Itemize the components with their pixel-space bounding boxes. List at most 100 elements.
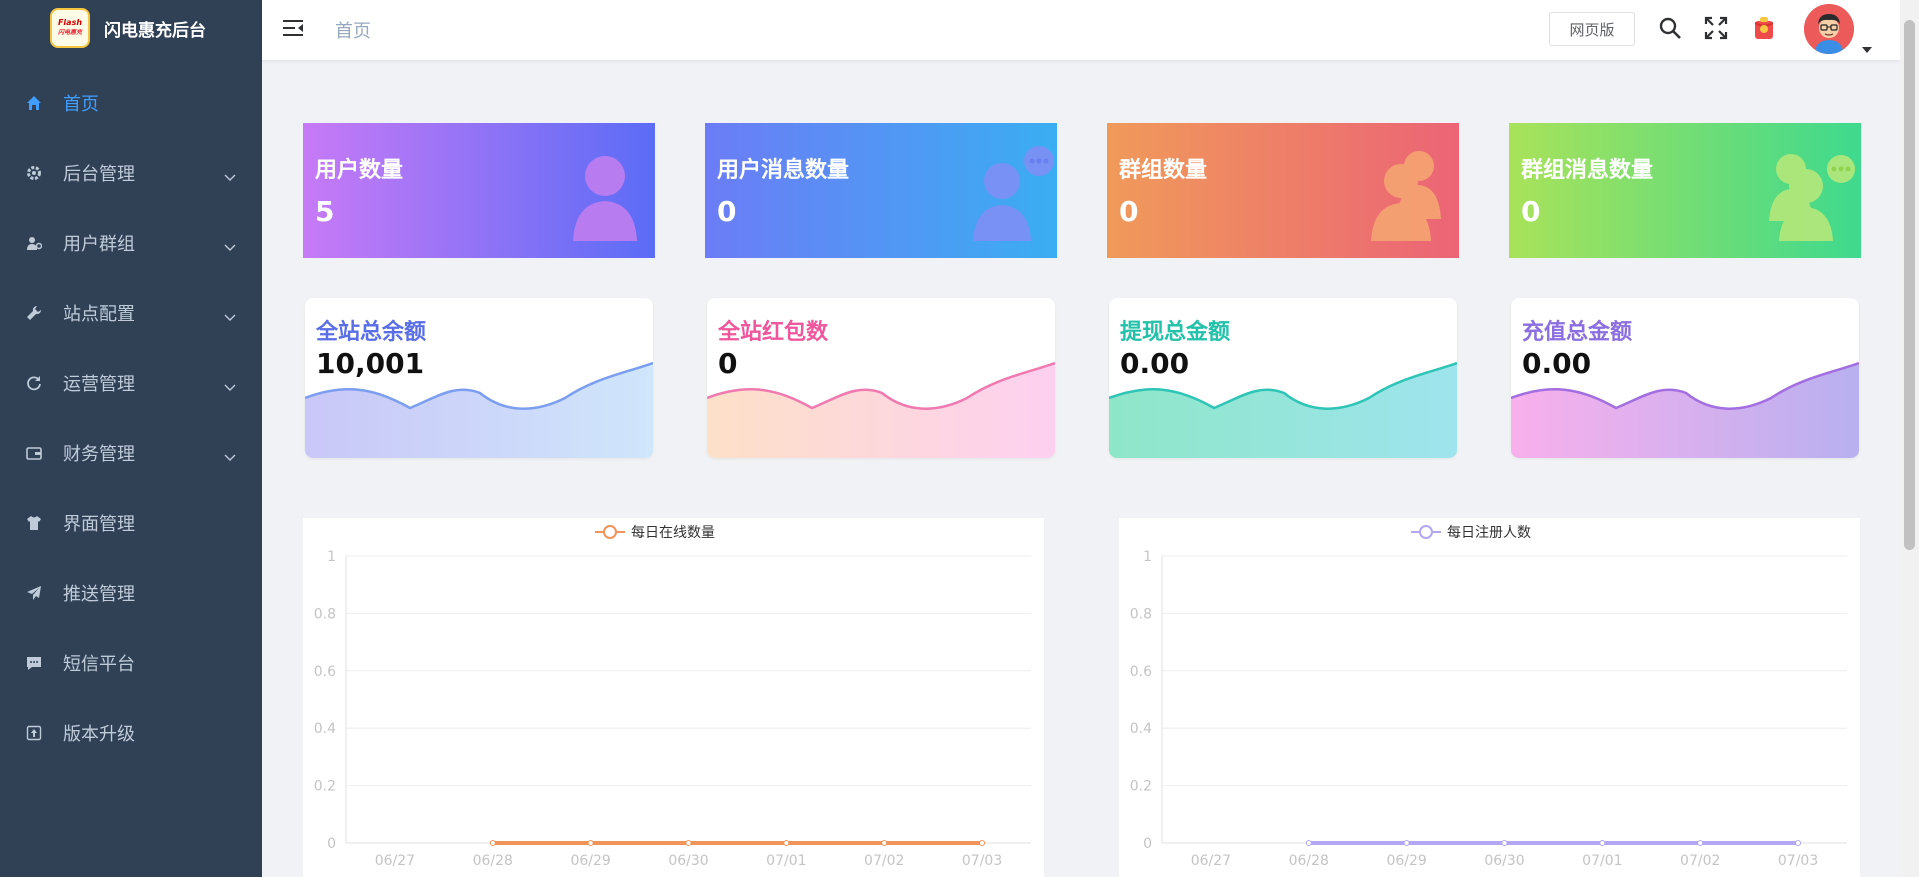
gear-icon xyxy=(25,164,43,182)
red-packet-icon[interactable] xyxy=(1752,15,1776,45)
chevron-down-icon xyxy=(224,236,236,257)
x-tick-label: 06/28 xyxy=(473,853,513,869)
sidebar: Flash 闪电惠充 闪电惠充后台 首页后台管理用户群组站点配置运营管理财务管理… xyxy=(0,0,262,877)
x-tick-label: 06/29 xyxy=(570,853,610,869)
finance-card-red-packets: 全站红包数 0 xyxy=(707,298,1055,458)
data-point xyxy=(489,840,496,846)
sidebar-item-4[interactable]: 运营管理 xyxy=(0,348,262,418)
finance-card-recharges: 充值总金额 0.00 xyxy=(1511,298,1859,458)
sidebar-menu: 首页后台管理用户群组站点配置运营管理财务管理界面管理推送管理短信平台版本升级 xyxy=(0,68,262,768)
x-tick-label: 06/30 xyxy=(668,853,708,869)
y-tick-label: 0.8 xyxy=(314,606,336,622)
home-icon xyxy=(25,94,43,112)
y-tick-label: 0.6 xyxy=(314,664,336,680)
legend-marker xyxy=(1419,525,1433,539)
finance-value: 0.00 xyxy=(1522,347,1592,380)
legend-label: 每日在线数量 xyxy=(631,525,715,541)
sidebar-item-5[interactable]: 财务管理 xyxy=(0,418,262,488)
line-chart: 每日在线数量 0 0.2 0.4 0.6 0.8 1 06/27 06/28 06/29 06/30… xyxy=(314,525,1031,869)
sidebar-item-8[interactable]: 短信平台 xyxy=(0,628,262,698)
shirt-icon xyxy=(25,514,43,532)
legend-marker xyxy=(603,525,617,539)
x-tick-label: 06/27 xyxy=(375,853,415,869)
stat-card-groups: 群组数量 0 xyxy=(1107,123,1459,258)
sidebar-item-label: 后台管理 xyxy=(63,164,135,185)
user-message-icon xyxy=(947,141,1057,245)
x-tick-label: 07/01 xyxy=(1582,853,1622,869)
send-icon xyxy=(25,584,43,602)
top-navbar: 首页 网页版 xyxy=(262,0,1900,60)
stat-card-users: 用户数量 5 xyxy=(303,123,655,258)
web-version-button[interactable]: 网页版 xyxy=(1549,12,1635,46)
group-message-icon xyxy=(1751,141,1861,245)
sidebar-item-label: 短信平台 xyxy=(63,654,135,675)
logo-text: Flash xyxy=(57,18,83,27)
y-tick-label: 0.8 xyxy=(1130,606,1152,622)
sidebar-item-9[interactable]: 版本升级 xyxy=(0,698,262,768)
y-tick-label: 0 xyxy=(1143,836,1152,852)
sidebar-item-label: 推送管理 xyxy=(63,584,135,605)
stat-value: 0 xyxy=(1119,195,1139,228)
app-title: 闪电惠充后台 xyxy=(104,20,206,41)
data-point xyxy=(979,840,986,846)
finance-label: 全站红包数 xyxy=(718,320,829,345)
sidebar-item-label: 运营管理 xyxy=(63,374,135,395)
chevron-down-icon xyxy=(224,306,236,327)
sidebar-item-label: 用户群组 xyxy=(63,234,135,255)
fullscreen-icon[interactable] xyxy=(1704,16,1728,44)
x-tick-label: 06/29 xyxy=(1386,853,1426,869)
y-tick-label: 0.2 xyxy=(314,779,336,795)
sidebar-item-3[interactable]: 站点配置 xyxy=(0,278,262,348)
y-tick-label: 1 xyxy=(327,549,336,565)
search-icon[interactable] xyxy=(1658,16,1682,44)
x-tick-label: 07/02 xyxy=(1680,853,1720,869)
y-tick-label: 0.4 xyxy=(314,721,336,737)
x-tick-label: 06/28 xyxy=(1289,853,1329,869)
stat-value: 0 xyxy=(1521,195,1541,228)
stat-label: 用户数量 xyxy=(315,158,404,183)
scrollbar-thumb[interactable] xyxy=(1904,20,1915,550)
finance-label: 全站总余额 xyxy=(316,320,427,345)
data-point xyxy=(1403,840,1410,846)
sidebar-item-0[interactable]: 首页 xyxy=(0,68,262,138)
breadcrumb[interactable]: 首页 xyxy=(335,17,371,43)
stat-label: 用户消息数量 xyxy=(717,158,850,183)
x-tick-label: 07/01 xyxy=(766,853,806,869)
sidebar-item-2[interactable]: 用户群组 xyxy=(0,208,262,278)
chart-daily-online: 每日在线数量 0 0.2 0.4 0.6 0.8 1 06/27 06/28 06/29 06/30… xyxy=(303,518,1044,877)
data-point xyxy=(685,840,692,846)
sidebar-item-6[interactable]: 界面管理 xyxy=(0,488,262,558)
x-tick-label: 06/27 xyxy=(1191,853,1231,869)
sidebar-item-1[interactable]: 后台管理 xyxy=(0,138,262,208)
stat-value: 5 xyxy=(315,195,335,228)
logo-subtext: 闪电惠充 xyxy=(57,29,82,36)
sidebar-item-label: 界面管理 xyxy=(63,514,135,535)
y-tick-label: 0.4 xyxy=(1130,721,1152,737)
y-tick-label: 0.2 xyxy=(1130,779,1152,795)
group-icon xyxy=(1349,141,1459,245)
sidebar-item-label: 版本升级 xyxy=(63,724,135,745)
finance-label: 充值总金额 xyxy=(1522,320,1633,345)
chart-daily-registrations: 每日注册人数 0 0.2 0.4 0.6 0.8 1 06/27 06/28 06/29 06/30… xyxy=(1119,518,1860,877)
chevron-down-icon xyxy=(224,166,236,187)
sidebar-item-7[interactable]: 推送管理 xyxy=(0,558,262,628)
caret-down-icon[interactable] xyxy=(1862,38,1872,57)
sidebar-item-label: 站点配置 xyxy=(63,304,135,325)
legend-label: 每日注册人数 xyxy=(1447,525,1531,541)
menu-toggle-icon[interactable] xyxy=(282,17,304,43)
sidebar-item-label: 首页 xyxy=(63,94,99,115)
message-icon xyxy=(25,654,43,672)
wrench-icon xyxy=(25,304,43,322)
user-avatar[interactable] xyxy=(1804,4,1854,54)
finance-value: 10,001 xyxy=(316,347,425,380)
app-logo[interactable]: Flash 闪电惠充 闪电惠充后台 xyxy=(0,0,262,56)
data-point xyxy=(1795,840,1802,846)
stat-card-group-messages: 群组消息数量 0 xyxy=(1509,123,1861,258)
finance-value: 0 xyxy=(718,347,738,380)
logo-image: Flash 闪电惠充 xyxy=(50,8,90,48)
user-icon xyxy=(545,141,655,245)
stat-card-user-messages: 用户消息数量 0 xyxy=(705,123,1057,258)
stat-label: 群组消息数量 xyxy=(1521,158,1654,183)
line-chart: 每日注册人数 0 0.2 0.4 0.6 0.8 1 06/27 06/28 06/29 06/30… xyxy=(1130,525,1847,869)
data-point xyxy=(1697,840,1704,846)
